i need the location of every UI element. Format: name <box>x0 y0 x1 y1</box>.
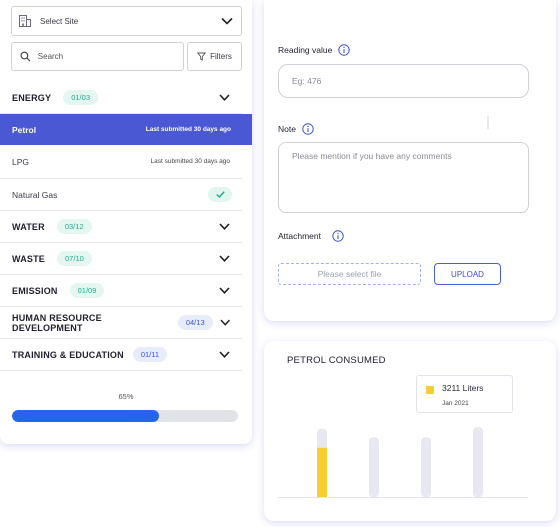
info-icon[interactable] <box>338 44 351 56</box>
tooltip-value: 3211 Liters <box>442 383 484 393</box>
reading-value-label-text: Reading value <box>278 45 333 55</box>
progress-bar <box>12 410 238 422</box>
subitem-name: LPG <box>12 156 30 167</box>
chevron-down-icon <box>219 223 230 230</box>
progress-percentage: 65% <box>118 392 134 401</box>
chevron-down-icon <box>219 94 230 101</box>
subitem-name: Petrol <box>12 124 37 135</box>
reading-form-card: Reading value Note Attachment Please sel… <box>264 0 556 321</box>
reading-value-label: Reading value <box>278 44 351 56</box>
category-name: HUMAN RESOURCE DEVELOPMENT <box>12 312 102 333</box>
category-energy[interactable]: ENERGY 01/03 <box>0 82 242 114</box>
file-select-field[interactable]: Please select file <box>278 263 421 285</box>
progress-badge: 01/11 <box>132 347 168 362</box>
chevron-down-icon <box>219 255 230 262</box>
category-waste[interactable]: WASTE 07/10 <box>0 243 242 275</box>
note-label-text: Note <box>278 124 296 134</box>
building-icon <box>19 15 31 27</box>
progress-badge: 01/09 <box>69 283 105 298</box>
petrol-consumed-chart-card: PETROL CONSUMED 3211 Liters Jan 2021 <box>264 341 556 521</box>
note-label: Note <box>278 123 314 135</box>
completed-check-icon <box>208 187 232 202</box>
subitem-lpg[interactable]: LPG Last submitted 30 days ago <box>0 145 242 179</box>
subitem-petrol[interactable]: Petrol Last submitted 30 days ago <box>0 114 252 145</box>
category-name: TRAINING & EDUCATION <box>12 349 124 360</box>
progress-bar-fill <box>12 410 159 422</box>
site-select[interactable]: Select Site <box>11 6 242 36</box>
category-name: EMISSION <box>12 285 58 296</box>
bar-chart <box>278 427 528 498</box>
last-submitted-text: Last submitted 30 days ago <box>145 126 231 133</box>
chart-tooltip: 3211 Liters Jan 2021 <box>416 375 513 413</box>
search-input[interactable] <box>37 52 175 61</box>
subitem-natural-gas[interactable]: Natural Gas <box>0 179 242 211</box>
attachment-label: Attachment <box>278 230 344 242</box>
filters-button[interactable]: Filters <box>187 42 242 71</box>
category-emission[interactable]: EMISSION 01/09 <box>0 275 242 307</box>
subitem-name: Natural Gas <box>12 189 58 200</box>
text-cursor-icon <box>487 116 489 129</box>
bar-track <box>473 427 483 497</box>
site-select-label: Select Site <box>40 16 79 26</box>
progress-badge: 04/13 <box>177 315 213 330</box>
filters-label: Filters <box>210 52 232 61</box>
bar-track <box>421 437 431 497</box>
upload-button[interactable]: UPLOAD <box>434 263 501 285</box>
bar-track <box>369 437 379 497</box>
category-name: ENERGY <box>12 92 52 103</box>
chevron-down-icon <box>219 287 230 294</box>
category-water[interactable]: WATER 03/12 <box>0 211 242 243</box>
bar-value[interactable] <box>317 447 327 497</box>
category-sidebar: Select Site Filters ENERGY 01/03 Petrol … <box>0 0 252 444</box>
progress-badge: 01/03 <box>63 90 98 105</box>
info-icon[interactable] <box>332 230 344 242</box>
search-icon <box>20 51 31 62</box>
category-name: WATER <box>12 221 45 232</box>
filter-icon <box>197 52 207 61</box>
category-name: WASTE <box>12 253 46 264</box>
category-training-education[interactable]: TRAINING & EDUCATION 01/11 <box>0 339 242 371</box>
tooltip-date: Jan 2021 <box>442 400 469 407</box>
chevron-down-icon <box>220 319 230 326</box>
category-human-resource-development[interactable]: HUMAN RESOURCE DEVELOPMENT 04/13 <box>0 307 242 339</box>
legend-swatch <box>426 386 434 394</box>
info-icon[interactable] <box>302 123 314 135</box>
progress-badge: 03/12 <box>56 219 92 234</box>
progress-badge: 07/10 <box>57 251 92 266</box>
reading-value-input[interactable] <box>278 64 529 98</box>
note-textarea[interactable] <box>278 142 529 213</box>
search-box <box>11 42 184 71</box>
chevron-down-icon <box>219 351 230 358</box>
attachment-label-text: Attachment <box>278 231 321 241</box>
chevron-down-icon <box>221 17 233 25</box>
last-submitted-text: Last submitted 30 days ago <box>150 158 231 165</box>
